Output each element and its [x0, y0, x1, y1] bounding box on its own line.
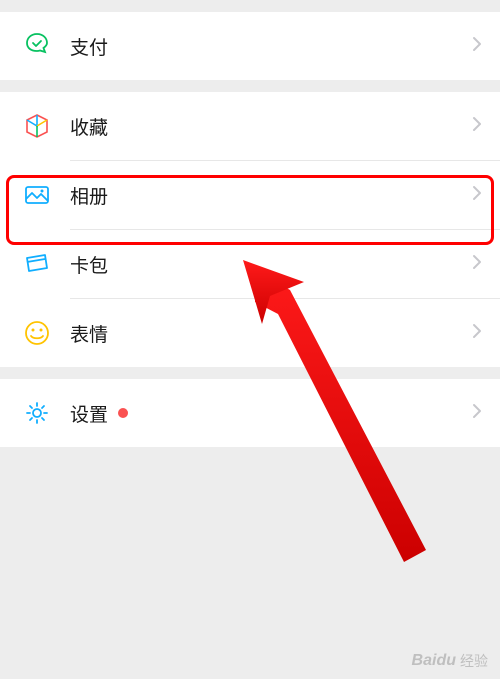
- menu-label-favorites: 收藏: [70, 113, 472, 140]
- watermark-brand: Baidu: [412, 652, 456, 670]
- menu-label-settings: 设置: [70, 400, 108, 427]
- chevron-right-icon: [472, 185, 482, 206]
- chevron-right-icon: [472, 323, 482, 344]
- menu-group-settings: 设置: [0, 379, 500, 447]
- menu-item-album[interactable]: 相册: [0, 161, 500, 229]
- chevron-right-icon: [472, 254, 482, 275]
- favorites-icon: [22, 111, 52, 141]
- watermark-text: 经验: [460, 651, 488, 671]
- settings-icon: [22, 398, 52, 428]
- menu-item-cards[interactable]: 卡包: [0, 230, 500, 298]
- payment-icon: [22, 31, 52, 61]
- chevron-right-icon: [472, 403, 482, 424]
- menu-label-emoji: 表情: [70, 320, 472, 347]
- menu-item-payment[interactable]: 支付: [0, 12, 500, 80]
- menu-item-favorites[interactable]: 收藏: [0, 92, 500, 160]
- menu-label-album: 相册: [70, 182, 472, 209]
- chevron-right-icon: [472, 36, 482, 57]
- menu-item-emoji[interactable]: 表情: [0, 299, 500, 367]
- emoji-icon: [22, 318, 52, 348]
- menu-group-content: 收藏 相册 卡包: [0, 92, 500, 367]
- menu-item-settings[interactable]: 设置: [0, 379, 500, 447]
- notification-dot: [118, 408, 128, 418]
- menu-group-payment: 支付: [0, 12, 500, 80]
- album-icon: [22, 180, 52, 210]
- chevron-right-icon: [472, 116, 482, 137]
- menu-label-cards: 卡包: [70, 251, 472, 278]
- cards-icon: [22, 249, 52, 279]
- watermark: Baidu 经验: [412, 651, 488, 671]
- menu-label-payment: 支付: [70, 33, 472, 60]
